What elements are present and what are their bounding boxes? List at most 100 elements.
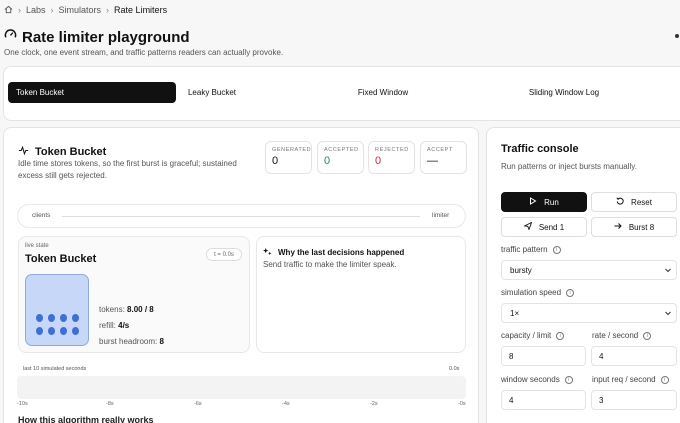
headroom-readout: burst headroom: 8	[99, 337, 164, 346]
simulation-speed-label: simulation speed i	[501, 288, 575, 297]
page-header: Rate limiter playground	[4, 28, 190, 46]
next-section-title: How this algorithm really works	[18, 415, 154, 423]
timeline-now: 0.0s	[449, 366, 460, 372]
clock-badge: t = 0.0s	[206, 248, 242, 261]
capacity-input[interactable]: 8	[501, 346, 586, 366]
section-title: Token Bucket	[35, 146, 107, 158]
info-icon[interactable]: i	[643, 331, 652, 340]
stat-value: 0	[324, 155, 331, 167]
home-icon[interactable]	[4, 5, 13, 16]
info-icon[interactable]: i	[566, 288, 575, 297]
decisions-title: Why the last decisions happened	[278, 247, 405, 257]
info-icon[interactable]: i	[556, 331, 565, 340]
live-state-title: Token Bucket	[25, 253, 97, 265]
stat-label: ACCEPT	[427, 147, 453, 153]
input-rate-label: input req / second i	[592, 375, 669, 384]
breadcrumb-item-simulators[interactable]: Simulators	[59, 5, 102, 15]
chevron-right-icon: ›	[50, 5, 54, 15]
send-one-button[interactable]: Send 1	[501, 217, 587, 237]
more-icon[interactable]	[675, 34, 679, 38]
input-rate-input[interactable]: 3	[591, 390, 677, 410]
stat-rejected: REJECTED 0	[368, 141, 415, 174]
stat-value: 0	[375, 155, 382, 167]
tab-sliding-window-log[interactable]: Sliding Window Log	[515, 82, 613, 103]
timeline-label: last 10 simulated seconds	[23, 366, 87, 372]
window-label-text: window seconds	[501, 375, 560, 384]
input-rate-label-text: input req / second	[592, 375, 656, 384]
chevron-down-icon	[664, 309, 672, 319]
breadcrumb-current: Rate Limiters	[114, 5, 168, 15]
traffic-pattern-select[interactable]: bursty	[501, 260, 677, 280]
capacity-label-text: capacity / limit	[501, 331, 552, 340]
refill-value: 4/s	[118, 321, 130, 330]
token-dot	[60, 314, 67, 322]
tokens-readout: tokens: 8.00 / 8	[99, 305, 154, 314]
timeline-tick: -6s	[194, 401, 202, 407]
window-label: window seconds i	[501, 375, 573, 384]
gauge-icon	[4, 28, 17, 46]
bucket-visual	[25, 274, 89, 346]
decisions-body: Send traffic to make the limiter speak.	[263, 260, 397, 269]
token-dot	[48, 327, 55, 335]
live-state-eyebrow: live state	[25, 243, 49, 249]
timeline-tick: -8s	[106, 401, 114, 407]
refill-label: refill:	[99, 321, 116, 330]
timeline-tick: -0s	[458, 401, 466, 407]
capacity-label: capacity / limit i	[501, 331, 565, 340]
burst-button[interactable]: Burst 8	[591, 217, 677, 237]
simulation-speed-select[interactable]: 1×	[501, 303, 677, 323]
tab-fixed-window[interactable]: Fixed Window	[344, 82, 422, 103]
traffic-pattern-label-text: traffic pattern	[501, 245, 548, 254]
token-dot	[72, 314, 79, 322]
token-dot	[48, 314, 55, 322]
send-one-label: Send 1	[538, 222, 565, 232]
page-subtitle: One clock, one event stream, and traffic…	[4, 48, 284, 57]
stat-accept-rate: ACCEPT —	[420, 141, 467, 174]
timeline-tick: -4s	[282, 401, 290, 407]
stat-generated: GENERATED 0	[265, 141, 312, 174]
headroom-label: burst headroom:	[99, 337, 158, 346]
headroom-value: 8	[159, 337, 164, 346]
stat-label: GENERATED	[272, 147, 312, 153]
rate-label: rate / second i	[592, 331, 652, 340]
arrow-right-icon	[614, 222, 622, 232]
section-description: Idle time stores tokens, so the first bu…	[18, 159, 237, 180]
send-icon	[522, 221, 533, 232]
chevron-right-icon: ›	[106, 5, 110, 15]
timeline-track	[17, 376, 466, 399]
tokens-label: tokens:	[99, 305, 125, 314]
play-icon	[529, 197, 537, 207]
window-input[interactable]: 4	[501, 390, 586, 410]
stat-accepted: ACCEPTED 0	[317, 141, 364, 174]
tab-leaky-bucket[interactable]: Leaky Bucket	[176, 82, 248, 103]
stat-value: —	[427, 155, 438, 167]
rate-label-text: rate / second	[592, 331, 639, 340]
info-icon[interactable]: i	[660, 375, 669, 384]
info-icon[interactable]: i	[552, 245, 561, 254]
simulation-speed-label-text: simulation speed	[501, 288, 562, 297]
burst-label: Burst 8	[628, 222, 655, 232]
info-icon[interactable]: i	[564, 375, 573, 384]
lane-label-clients: clients	[32, 212, 51, 219]
breadcrumb-item-labs[interactable]: Labs	[26, 5, 46, 15]
chevron-down-icon	[664, 266, 672, 276]
reset-icon	[616, 197, 624, 207]
sparkles-icon	[263, 243, 272, 261]
traffic-pattern-label: traffic pattern i	[501, 245, 561, 254]
console-description: Run patterns or inject bursts manually.	[501, 162, 637, 171]
stat-value: 0	[272, 155, 279, 167]
tab-token-bucket[interactable]: Token Bucket	[8, 82, 176, 103]
reset-button[interactable]: Reset	[591, 192, 677, 212]
simulation-speed-value: 1×	[510, 308, 520, 318]
run-button[interactable]: Run	[501, 192, 587, 212]
tokens-value: 8.00 / 8	[127, 305, 154, 314]
reset-label: Reset	[631, 197, 652, 207]
lane-label-limiter: limiter	[432, 212, 450, 219]
chevron-right-icon: ›	[18, 5, 21, 15]
token-dot	[36, 314, 43, 322]
token-dot	[72, 327, 79, 335]
decisions-header: Why the last decisions happened	[263, 243, 404, 261]
traffic-pattern-value: bursty	[510, 265, 532, 275]
rate-input[interactable]: 4	[591, 346, 677, 366]
console-title: Traffic console	[501, 143, 579, 155]
